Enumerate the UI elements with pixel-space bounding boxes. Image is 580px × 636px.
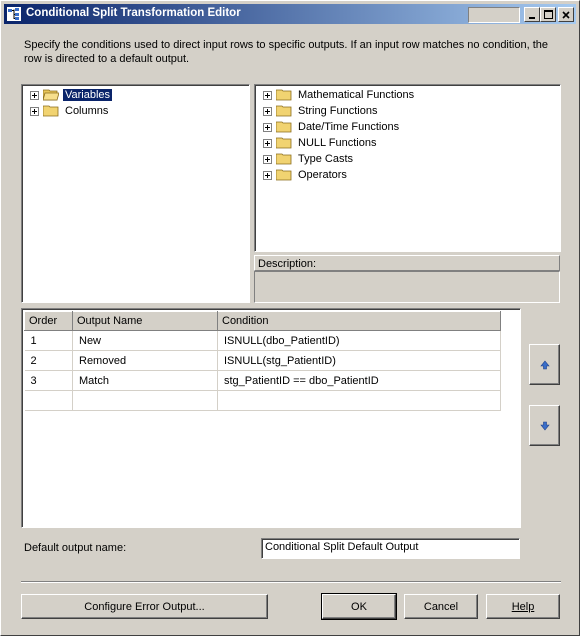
- tree-label: Mathematical Functions: [298, 89, 415, 101]
- grid-header-row: Order Output Name Condition: [24, 311, 501, 331]
- tree-item-operators[interactable]: Operators: [263, 167, 349, 183]
- button-label: Help: [511, 600, 535, 613]
- separator: [21, 581, 561, 583]
- cell-condition[interactable]: ISNULL(stg_PatientID): [217, 350, 501, 371]
- help-button[interactable]: Help: [486, 594, 560, 619]
- tree-item-math-functions[interactable]: Mathematical Functions: [263, 87, 416, 103]
- tree-item-datetime-functions[interactable]: Date/Time Functions: [263, 119, 401, 135]
- app-icon: [7, 7, 21, 21]
- expand-icon[interactable]: [263, 122, 272, 132]
- tree-label: Date/Time Functions: [298, 121, 400, 133]
- window-title: Conditional Split Transformation Editor: [26, 7, 241, 19]
- instructions-text: Specify the conditions used to direct in…: [24, 39, 549, 65]
- tree-item-string-functions[interactable]: String Functions: [263, 103, 379, 119]
- cell-output-name[interactable]: [72, 390, 218, 411]
- tree-item-null-functions[interactable]: NULL Functions: [263, 135, 378, 151]
- folder-icon: [276, 169, 292, 181]
- expand-icon[interactable]: [30, 106, 39, 116]
- table-row[interactable]: 3 Match stg_PatientID == dbo_PatientID: [24, 370, 501, 391]
- maximize-button[interactable]: [540, 7, 556, 22]
- tree-label: String Functions: [298, 105, 378, 117]
- table-row[interactable]: 2 Removed ISNULL(stg_PatientID): [24, 350, 501, 371]
- editor-window: Conditional Split Transformation Editor …: [0, 0, 580, 636]
- expand-icon[interactable]: [263, 106, 272, 116]
- cell-order[interactable]: [24, 390, 73, 411]
- arrow-down-icon: [539, 421, 550, 430]
- cell-condition[interactable]: stg_PatientID == dbo_PatientID: [217, 370, 501, 391]
- folder-icon: [276, 89, 292, 101]
- folder-open-icon: [43, 89, 59, 101]
- expand-icon[interactable]: [263, 170, 272, 180]
- expand-icon[interactable]: [263, 138, 272, 148]
- tree-item-variables[interactable]: Variables: [30, 87, 113, 103]
- arrow-up-icon: [539, 360, 550, 369]
- folder-icon: [276, 153, 292, 165]
- folder-icon: [276, 137, 292, 149]
- cell-condition[interactable]: ISNULL(dbo_PatientID): [217, 330, 501, 351]
- cell-order[interactable]: 1: [24, 330, 73, 351]
- cell-condition[interactable]: [217, 390, 501, 411]
- description-header: Description:: [254, 255, 560, 271]
- tree-label: Operators: [298, 169, 347, 181]
- move-down-button[interactable]: [529, 405, 560, 446]
- configure-error-output-button[interactable]: Configure Error Output...: [21, 594, 268, 619]
- button-label: Configure Error Output...: [84, 600, 205, 613]
- expand-icon[interactable]: [263, 90, 272, 100]
- expand-icon[interactable]: [263, 154, 272, 164]
- tree-label: Variables: [63, 89, 113, 101]
- close-button[interactable]: [558, 7, 574, 22]
- column-header-output-name[interactable]: Output Name: [72, 311, 218, 331]
- minimize-icon: [529, 16, 535, 19]
- move-up-button[interactable]: [529, 344, 560, 385]
- expand-icon[interactable]: [30, 90, 39, 100]
- tree-label: Columns: [65, 105, 109, 117]
- functions-tree[interactable]: Mathematical Functions String Functions …: [254, 84, 561, 252]
- column-header-order[interactable]: Order: [24, 311, 73, 331]
- title-search-box[interactable]: [468, 7, 520, 23]
- new-row[interactable]: [24, 390, 501, 411]
- folder-icon: [43, 105, 59, 117]
- tree-item-type-casts[interactable]: Type Casts: [263, 151, 355, 167]
- button-label: OK: [351, 600, 367, 613]
- maximize-icon: [543, 10, 553, 19]
- title-bar[interactable]: Conditional Split Transformation Editor: [4, 4, 576, 24]
- ok-button[interactable]: OK: [321, 593, 397, 620]
- column-header-condition[interactable]: Condition: [217, 311, 501, 331]
- cell-output-name[interactable]: Removed: [72, 350, 218, 371]
- tree-label: Type Casts: [298, 153, 354, 165]
- folder-icon: [276, 105, 292, 117]
- cell-order[interactable]: 3: [24, 370, 73, 391]
- variables-columns-tree[interactable]: Variables Columns: [21, 84, 250, 303]
- table-row[interactable]: 1 New ISNULL(dbo_PatientID): [24, 330, 501, 351]
- description-panel: [254, 271, 560, 303]
- button-label: Cancel: [423, 600, 459, 613]
- cell-output-name[interactable]: New: [72, 330, 218, 351]
- conditions-table: Order Output Name Condition 1 New ISNULL…: [24, 311, 501, 411]
- tree-item-columns[interactable]: Columns: [30, 103, 110, 119]
- folder-icon: [276, 121, 292, 133]
- close-icon: [562, 10, 570, 19]
- cancel-button[interactable]: Cancel: [404, 594, 478, 619]
- tree-label: NULL Functions: [298, 137, 377, 149]
- cell-output-name[interactable]: Match: [72, 370, 218, 391]
- minimize-button[interactable]: [524, 7, 540, 22]
- cell-order[interactable]: 2: [24, 350, 73, 371]
- default-output-label: Default output name:: [24, 542, 127, 554]
- default-output-name-input[interactable]: Conditional Split Default Output: [261, 538, 520, 559]
